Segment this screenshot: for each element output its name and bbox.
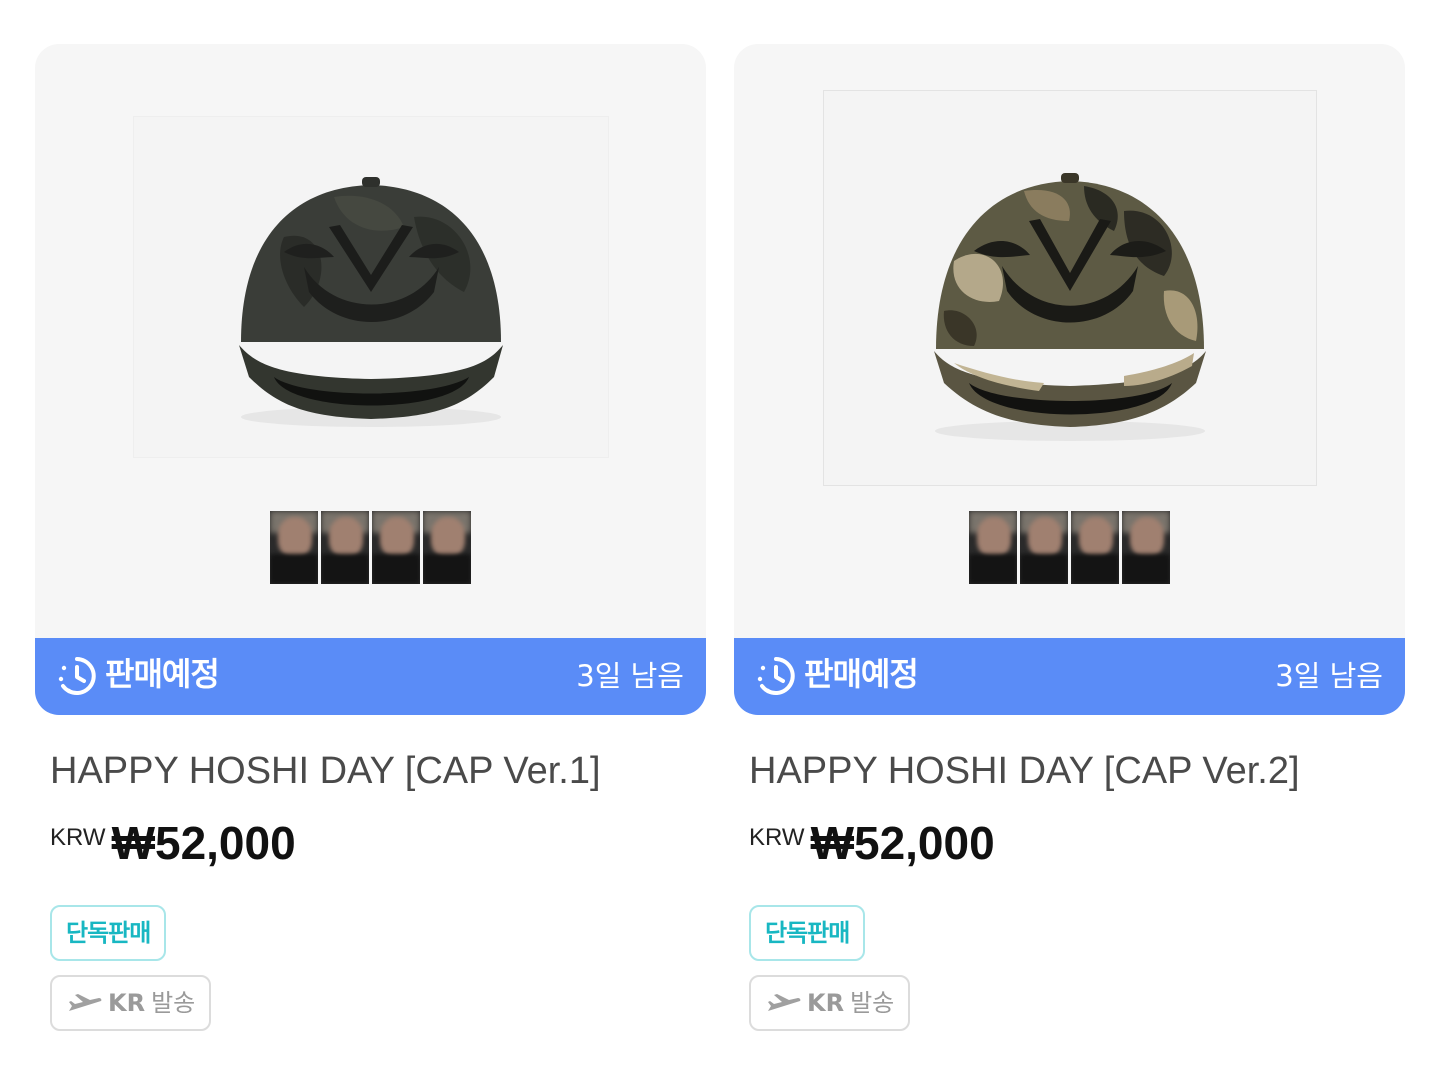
member-thumbnail[interactable] [372, 511, 420, 584]
sale-status-bar: 판매예정 3일 남음 [734, 638, 1405, 715]
product-card[interactable]: 판매예정 3일 남음 HAPPY HOSHI DAY [CAP Ver.2] K… [734, 44, 1405, 1031]
product-image[interactable] [823, 90, 1317, 486]
currency-code: KRW [50, 824, 106, 851]
member-thumbnail[interactable] [270, 511, 318, 584]
product-title[interactable]: HAPPY HOSHI DAY [CAP Ver.1] [50, 747, 601, 795]
member-thumbnail[interactable] [1122, 511, 1170, 584]
member-thumbnail[interactable] [321, 511, 369, 584]
clock-icon [58, 657, 96, 695]
product-title[interactable]: HAPPY HOSHI DAY [CAP Ver.2] [749, 747, 1300, 795]
product-price: ₩52,000 [810, 817, 995, 869]
time-remaining: 3일 남음 [576, 659, 684, 693]
shipping-badge: KR 발송 [50, 975, 212, 1031]
shipping-label: 발송 [850, 989, 895, 1017]
sale-status-bar: 판매예정 3일 남음 [35, 638, 706, 715]
product-media[interactable]: 판매예정 3일 남음 [734, 44, 1405, 715]
member-thumbnail[interactable] [1071, 511, 1119, 584]
member-thumbnail[interactable] [969, 511, 1017, 584]
product-grid: 판매예정 3일 남음 HAPPY HOSHI DAY [CAP Ver.1] K… [0, 0, 1440, 1067]
exclusive-sale-badge: 단독판매 [749, 905, 866, 961]
shipping-label: 발송 [151, 989, 196, 1017]
product-image[interactable] [133, 116, 609, 458]
currency-code: KRW [749, 824, 805, 851]
clock-icon [757, 657, 795, 695]
shipping-badge: KR 발송 [749, 975, 911, 1031]
airplane-icon [768, 994, 801, 1011]
time-remaining: 3일 남음 [1275, 659, 1383, 693]
price-row: KRW ₩52,000 [749, 816, 995, 870]
exclusive-sale-badge: 단독판매 [50, 905, 167, 961]
status-label: 판매예정 [804, 655, 919, 693]
cap-illustration [239, 177, 503, 427]
member-thumbnails [969, 511, 1170, 584]
shipping-region: KR [807, 989, 845, 1017]
member-thumbnail[interactable] [1020, 511, 1068, 584]
product-card[interactable]: 판매예정 3일 남음 HAPPY HOSHI DAY [CAP Ver.1] K… [35, 44, 706, 1031]
price-row: KRW ₩52,000 [50, 816, 296, 870]
shipping-region: KR [108, 989, 146, 1017]
member-thumbnail[interactable] [423, 511, 471, 584]
cap-illustration [934, 173, 1206, 441]
member-thumbnails [270, 511, 471, 584]
airplane-icon [69, 994, 102, 1011]
product-media[interactable]: 판매예정 3일 남음 [35, 44, 706, 715]
product-price: ₩52,000 [111, 817, 296, 869]
status-label: 판매예정 [105, 655, 220, 693]
